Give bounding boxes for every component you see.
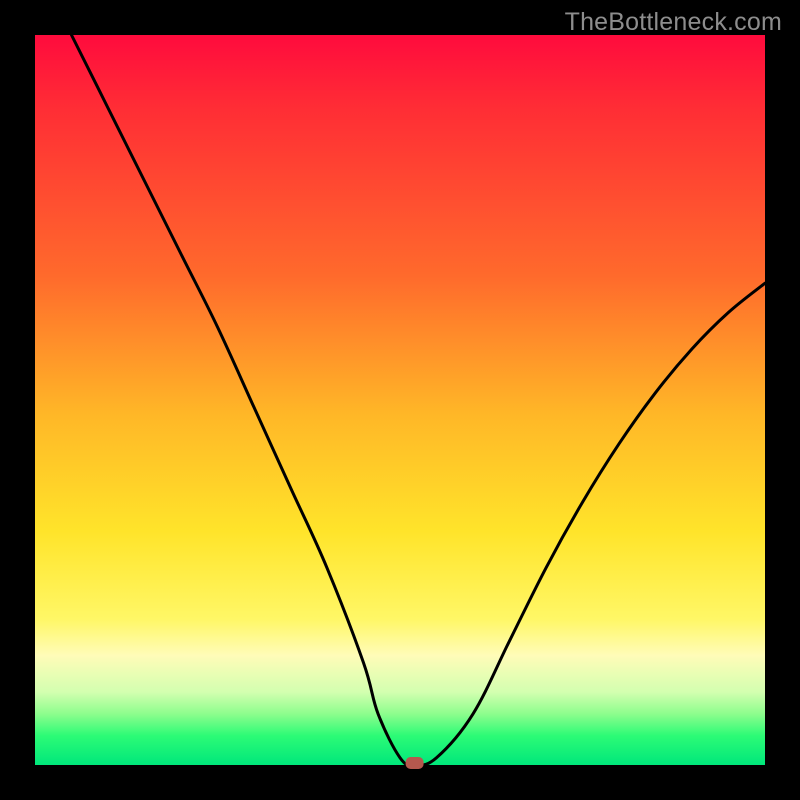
curve-layer xyxy=(35,35,765,765)
chart-frame: TheBottleneck.com xyxy=(0,0,800,800)
plot-area xyxy=(35,35,765,765)
curve-marker xyxy=(406,757,424,769)
watermark-text: TheBottleneck.com xyxy=(565,8,782,37)
bottleneck-curve xyxy=(72,35,766,765)
